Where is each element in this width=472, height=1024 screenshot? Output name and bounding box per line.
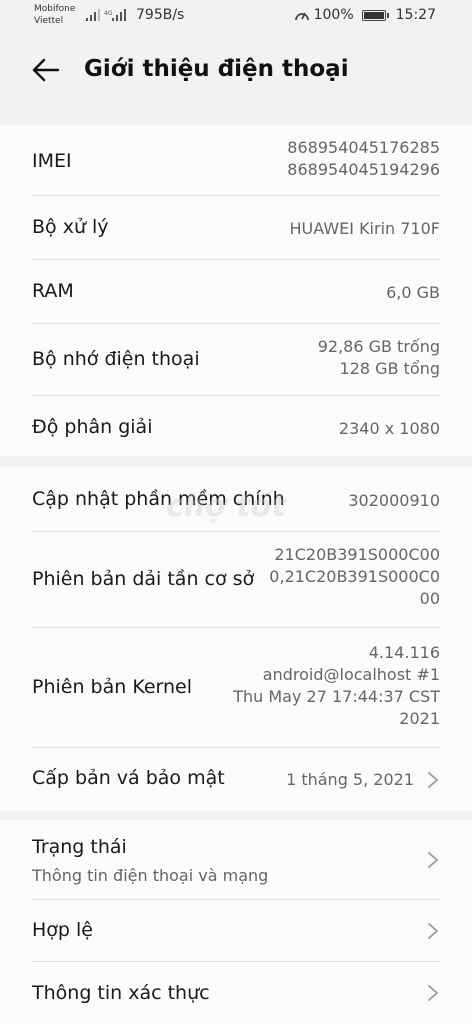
battery-percent: 100% bbox=[313, 7, 354, 23]
status-row[interactable]: Trạng thái Thông tin điện thoại và mạng bbox=[32, 820, 440, 900]
imei-value-2: 868954045194296 bbox=[287, 160, 440, 179]
signal-icon bbox=[86, 9, 100, 21]
svg-text:4G: 4G bbox=[104, 10, 113, 17]
certification-row[interactable]: Thông tin xác thực bbox=[32, 962, 440, 1024]
security-patch-label: Cấp bản vá bảo mật bbox=[32, 767, 225, 789]
kernel-value-3: Thu May 27 17:44:37 CST bbox=[233, 687, 440, 706]
kernel-value-4: 2021 bbox=[399, 709, 440, 728]
baseband-value: 21C20B391S000C00 0,21C20B391S000C0 00 bbox=[269, 544, 440, 610]
baseband-value-2: 0,21C20B391S000C0 bbox=[269, 567, 440, 586]
imei-value: 868954045176285 868954045194296 bbox=[287, 137, 440, 181]
processor-row: Bộ xử lý HUAWEI Kirin 710F bbox=[32, 196, 440, 260]
chevron-right-icon bbox=[428, 985, 438, 1001]
certification-label: Thông tin xác thực bbox=[32, 982, 210, 1004]
storage-row: Bộ nhớ điện thoại 92,86 GB trống 128 GB … bbox=[32, 324, 440, 396]
chevron-right-icon bbox=[428, 923, 438, 939]
storage-total: 128 GB tổng bbox=[339, 359, 440, 378]
processor-value: HUAWEI Kirin 710F bbox=[289, 219, 440, 238]
processor-label: Bộ xử lý bbox=[32, 216, 109, 238]
baseband-value-1: 21C20B391S000C00 bbox=[274, 545, 440, 564]
chevron-right-icon bbox=[428, 852, 438, 868]
speedometer-icon bbox=[294, 12, 309, 21]
ram-row: RAM 6,0 GB bbox=[32, 260, 440, 324]
software-version-value: 302000910 bbox=[348, 491, 440, 510]
storage-free: 92,86 GB trống bbox=[317, 337, 440, 356]
baseband-row: Phiên bản dải tần cơ sở 21C20B391S000C00… bbox=[32, 532, 440, 628]
app-header: Giới thiệu điện thoại bbox=[0, 34, 472, 118]
network-speed: 795B/s bbox=[136, 7, 185, 23]
status-right: 100% 15:27 bbox=[294, 7, 436, 23]
imei-value-1: 868954045176285 bbox=[287, 138, 440, 157]
ram-label: RAM bbox=[32, 280, 74, 302]
kernel-label: Phiên bản Kernel bbox=[32, 676, 193, 698]
kernel-row: Phiên bản Kernel 4.14.116 android@localh… bbox=[32, 628, 440, 748]
more-info-card: Trạng thái Thông tin điện thoại và mạng … bbox=[0, 820, 472, 1024]
storage-label: Bộ nhớ điện thoại bbox=[32, 348, 200, 370]
arrow-left-icon[interactable] bbox=[28, 52, 64, 88]
baseband-value-3: 00 bbox=[419, 589, 440, 608]
kernel-value: 4.14.116 android@localhost #1 Thu May 27… bbox=[233, 642, 440, 730]
battery-icon bbox=[361, 9, 389, 21]
baseband-label: Phiên bản dải tần cơ sở bbox=[32, 568, 255, 590]
resolution-label: Độ phân giải bbox=[32, 416, 153, 438]
clock: 15:27 bbox=[395, 7, 436, 23]
resolution-row: Độ phân giải 2340 x 1080 bbox=[32, 396, 440, 456]
status-bar: Mobifone Viettel 4G 795B/s 100% 15:27 bbox=[0, 0, 472, 34]
signal-4g-icon: 4G bbox=[104, 9, 126, 21]
security-patch-value: 1 tháng 5, 2021 bbox=[286, 770, 414, 789]
page-title: Giới thiệu điện thoại bbox=[84, 56, 349, 82]
storage-value: 92,86 GB trống 128 GB tổng bbox=[318, 336, 440, 380]
imei-label: IMEI bbox=[32, 150, 72, 172]
resolution-value: 2340 x 1080 bbox=[338, 419, 440, 438]
imei-row: IMEI 868954045176285 868954045194296 bbox=[32, 126, 440, 196]
kernel-value-2: android@localhost #1 bbox=[262, 665, 440, 684]
kernel-value-1: 4.14.116 bbox=[368, 643, 440, 662]
legal-row[interactable]: Hợp lệ bbox=[32, 900, 440, 962]
status-label: Trạng thái bbox=[32, 836, 127, 858]
status-subtitle: Thông tin điện thoại và mạng bbox=[32, 866, 269, 885]
chevron-right-icon bbox=[428, 772, 438, 788]
device-info-card: IMEI 868954045176285 868954045194296 Bộ … bbox=[0, 126, 472, 456]
watermark: chợ tốt bbox=[166, 489, 286, 524]
ram-value: 6,0 GB bbox=[386, 283, 440, 302]
carrier-2: Viettel bbox=[34, 16, 64, 26]
security-patch-row[interactable]: Cấp bản vá bảo mật 1 tháng 5, 2021 bbox=[32, 748, 440, 810]
legal-label: Hợp lệ bbox=[32, 919, 93, 941]
carrier-names: Mobifone Viettel bbox=[34, 3, 75, 27]
carrier-1: Mobifone bbox=[34, 4, 76, 14]
